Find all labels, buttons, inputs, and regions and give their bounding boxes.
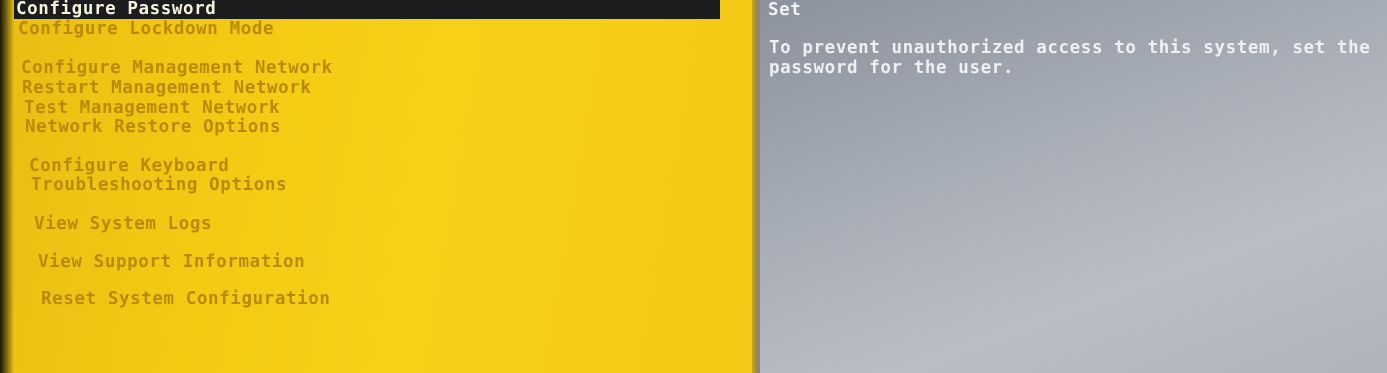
menu-item-configure-password[interactable]: Configure Password [14,0,720,19]
menu-item-configure-keyboard[interactable]: Configure Keyboard [29,156,229,176]
details-description: To prevent unauthorized access to this s… [769,38,1371,78]
menu-item-network-restore-options[interactable]: Network Restore Options [25,117,281,137]
menu-panel: Configure Password Configure Lockdown Mo… [0,0,758,373]
details-title: Set [768,0,802,20]
panel-edge-shadow [0,0,14,373]
panel-divider [752,0,760,373]
menu-item-view-system-logs[interactable]: View System Logs [34,214,212,234]
menu-item-restart-management-network[interactable]: Restart Management Network [22,78,312,98]
menu-item-troubleshooting-options[interactable]: Troubleshooting Options [31,175,287,195]
dcui-screen: Configure Password Configure Lockdown Mo… [0,0,1387,373]
menu-item-configure-lockdown-mode[interactable]: Configure Lockdown Mode [18,19,274,39]
menu-item-view-support-information[interactable]: View Support Information [38,252,305,272]
menu-item-configure-management-network[interactable]: Configure Management Network [21,58,333,78]
details-panel: Set To prevent unauthorized access to th… [760,0,1387,373]
menu-item-test-management-network[interactable]: Test Management Network [24,98,280,118]
menu-item-reset-system-configuration[interactable]: Reset System Configuration [41,289,331,309]
